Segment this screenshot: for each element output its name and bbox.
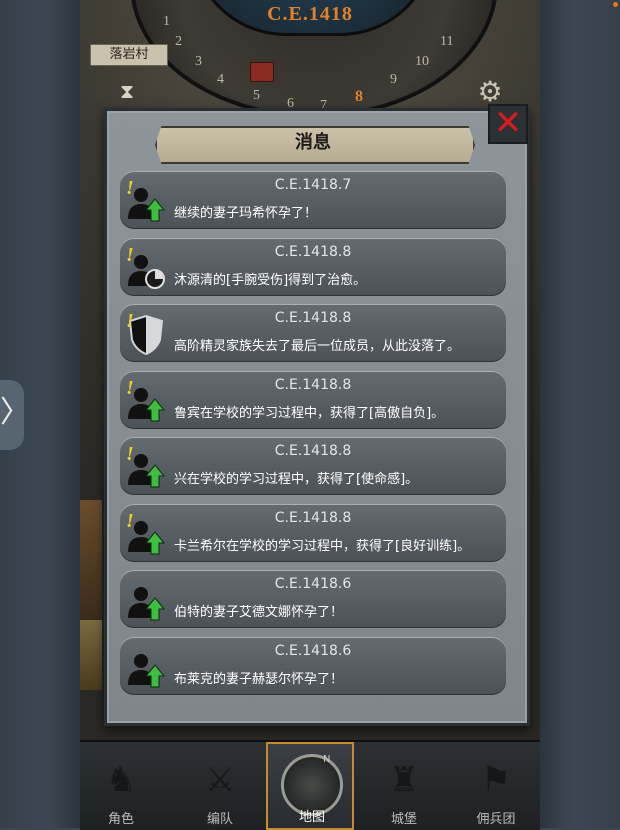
message-item[interactable]: ! C.E.1418.7 继续的妻子玛希怀孕了！ <box>120 171 506 229</box>
squad-icon: ⚔ <box>204 760 236 800</box>
message-item[interactable]: C.E.1418.6 布莱克的妻子赫瑟尔怀孕了！ <box>120 636 506 695</box>
message-date: C.E.1418.8 <box>274 509 352 526</box>
month-ring: 1 2 3 4 5 6 7 8 9 10 11 <box>163 14 465 114</box>
nav-label: 角色 <box>107 812 134 827</box>
message-text: 沐源清的[手腕受伤]得到了治愈。 <box>174 272 367 288</box>
month-number: 10 <box>415 54 429 69</box>
nav-label: 地图 <box>298 810 325 825</box>
message-date: C.E.1418.8 <box>274 376 352 393</box>
message-item[interactable]: C.E.1418.6 伯特的妻子艾德文娜怀孕了！ <box>120 570 506 628</box>
panel-title: 消息 <box>295 132 331 153</box>
nav-squad[interactable]: ⚔ 编队 <box>176 742 264 830</box>
month-number: 2 <box>175 34 182 49</box>
hourglass-icon[interactable]: ⧗ <box>112 76 142 106</box>
message-item[interactable]: ! C.E.1418.8 兴在学校的学习过程中，获得了[使命感]。 <box>120 437 506 495</box>
message-text: 高阶精灵家族失去了最后一位成员，从此没落了。 <box>174 339 461 354</box>
mercenary-icon: ⚑ <box>480 760 512 800</box>
message-text: 鲁宾在学校的学习过程中，获得了[高傲自负]。 <box>174 405 445 421</box>
message-text: 卡兰希尔在学校的学习过程中，获得了[良好训练]。 <box>174 538 471 554</box>
nav-label: 编队 <box>206 812 233 827</box>
nav-roles[interactable]: ♞ 角色 <box>77 742 165 830</box>
knight-icon: ♞ <box>105 760 137 800</box>
message-date: C.E.1418.8 <box>274 243 352 260</box>
village-label[interactable]: 落岩村 <box>90 44 168 66</box>
month-number: 3 <box>195 54 202 69</box>
nav-map[interactable]: N 地图 <box>266 742 354 830</box>
right-margin <box>540 0 620 828</box>
close-button[interactable]: ✕ <box>488 104 528 144</box>
message-date: C.E.1418.6 <box>274 642 352 659</box>
message-text: 布莱克的妻子赫瑟尔怀孕了！ <box>174 671 344 687</box>
message-text: 兴在学校的学习过程中，获得了[使命感]。 <box>174 472 419 487</box>
current-month: 8 <box>355 88 363 105</box>
month-number: 4 <box>217 72 224 87</box>
nav-castle[interactable]: ♜ 城堡 <box>360 742 448 830</box>
message-text: 伯特的妻子艾德文娜怀孕了！ <box>174 605 344 620</box>
side-banner <box>80 500 102 620</box>
side-panel-toggle[interactable]: 〉 <box>0 380 30 450</box>
map-flag-icon <box>250 62 274 82</box>
message-item[interactable]: ! C.E.1418.8 卡兰希尔在学校的学习过程中，获得了[良好训练]。 <box>120 503 506 562</box>
nav-mercenary[interactable]: ⚑ 佣兵团 <box>452 742 540 830</box>
message-date: C.E.1418.7 <box>274 177 352 193</box>
message-date: C.E.1418.8 <box>274 310 352 326</box>
bottom-nav: ♞ 角色 ⚔ 编队 N 地图 ♜ 城堡 ⚑ 佣兵团 <box>80 740 540 830</box>
message-item[interactable]: ! C.E.1418.8 鲁宾在学校的学习过程中，获得了[高傲自负]。 <box>120 370 506 429</box>
message-item[interactable]: ! C.E.1418.8 高阶精灵家族失去了最后一位成员，从此没落了。 <box>120 304 506 362</box>
month-number: 1 <box>163 14 170 29</box>
month-number: 11 <box>440 34 454 49</box>
message-date: C.E.1418.6 <box>274 576 352 592</box>
month-number: 5 <box>253 88 260 103</box>
message-text: 继续的妻子玛希怀孕了！ <box>174 206 318 221</box>
compass-north-label: N <box>323 754 331 765</box>
nav-label: 佣兵团 <box>476 812 516 827</box>
message-date: C.E.1418.8 <box>274 443 352 459</box>
message-list: ! C.E.1418.7 继续的妻子玛希怀孕了！! C.E.1418.8 沐源清的[手腕… <box>120 171 506 703</box>
month-number: 9 <box>390 72 397 87</box>
nav-label: 城堡 <box>390 812 417 827</box>
castle-icon: ♜ <box>388 760 420 800</box>
message-item[interactable]: ! C.E.1418.8 沐源清的[手腕受伤]得到了治愈。 <box>120 237 506 296</box>
side-banner-2 <box>80 620 102 690</box>
